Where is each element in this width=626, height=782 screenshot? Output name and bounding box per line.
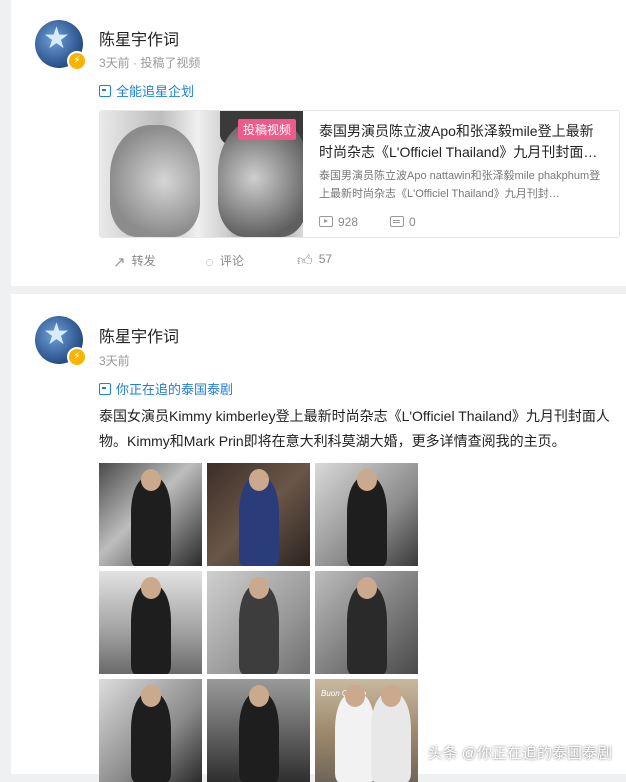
post-meta: 3天前 (99, 354, 130, 368)
photo-thumbnail[interactable] (315, 463, 418, 566)
play-count: 928 (319, 215, 358, 229)
video-thumbnail[interactable]: 投稿视频 (100, 111, 303, 237)
photo-thumbnail[interactable]: Buon Giorno (315, 679, 418, 782)
forward-button[interactable]: ↗ 转发 (113, 252, 156, 271)
photo-thumbnail[interactable] (99, 463, 202, 566)
photo-thumbnail[interactable] (315, 571, 418, 674)
photo-thumbnail[interactable] (207, 463, 310, 566)
topic-tag-icon (99, 383, 111, 395)
photo-figure (347, 469, 387, 566)
star-icon: ★ (43, 22, 70, 55)
video-tag: 投稿视频 (238, 119, 297, 140)
star-icon: ★ (43, 318, 70, 351)
photo-thumbnail[interactable] (99, 571, 202, 674)
photo-figure (239, 577, 279, 674)
thumbnail-figure-left (110, 125, 200, 237)
photo-thumbnail[interactable] (207, 679, 310, 782)
topic-label: 你正在追的泰国泰剧 (116, 382, 234, 397)
verified-badge-icon: ⚡ (67, 51, 87, 71)
comment-button[interactable]: ◌ 评论 (205, 252, 244, 271)
photo-figure (347, 577, 387, 674)
verified-badge-icon: ⚡ (67, 347, 87, 367)
comment-count-value: 0 (409, 215, 416, 229)
comment-label: 评论 (219, 254, 244, 268)
feed-card-photos: ★ ⚡ 陈星宇作词 3天前 你正在追的泰国泰剧 泰国女演员Kimmy kimbe… (11, 294, 626, 782)
video-description: 泰国男演员陈立波Apo nattawin和张泽毅mile phakphum登上最… (319, 170, 601, 200)
topic-tag-icon (99, 85, 111, 97)
photo-figure (335, 685, 375, 782)
thumbs-up-icon: 👍︎ (297, 252, 313, 269)
post-meta: 3天前 · 投稿了视频 (99, 56, 201, 70)
photo-figure (131, 577, 171, 674)
video-card[interactable]: 投稿视频 泰国男演员陈立波Apo和张泽毅mile登上最新时尚杂志《L'Offic… (99, 110, 620, 238)
post-text: 泰国女演员Kimmy kimberley登上最新时尚杂志《L'Officiel … (99, 408, 610, 449)
video-title[interactable]: 泰国男演员陈立波Apo和张泽毅mile登上最新时尚杂志《L'Officiel T… (319, 121, 604, 163)
author-name[interactable]: 陈星宇作词 (99, 26, 179, 50)
photo-thumbnail[interactable] (99, 679, 202, 782)
topic-link[interactable]: 你正在追的泰国泰剧 (99, 379, 233, 398)
photo-thumbnail[interactable] (207, 571, 310, 674)
author-name[interactable]: 陈星宇作词 (99, 323, 179, 347)
play-icon (319, 216, 333, 227)
action-bar: ↗ 转发 ◌ 评论 👍︎ 57 (99, 252, 619, 272)
forward-label: 转发 (131, 254, 156, 268)
comment-count: 0 (390, 215, 416, 229)
comment-icon: ◌ (205, 254, 214, 271)
topic-label: 全能追星企划 (116, 84, 195, 99)
share-icon: ↗ (113, 254, 126, 271)
photo-figure (131, 469, 171, 566)
photo-figure (239, 469, 279, 566)
like-button[interactable]: 👍︎ 57 (297, 252, 332, 270)
feed-card-video: ★ ⚡ 陈星宇作词 3天前 · 投稿了视频 全能追星企划 投稿视频 泰国男演员陈… (11, 0, 626, 286)
photo-figure (371, 685, 411, 782)
play-count-value: 928 (338, 215, 359, 229)
like-count: 57 (318, 252, 333, 266)
comment-count-icon (390, 216, 404, 227)
photo-figure (239, 685, 279, 782)
topic-link[interactable]: 全能追星企划 (99, 81, 194, 100)
watermark: 头条 @你正在追的泰国泰剧 (427, 745, 612, 762)
photo-figure (131, 685, 171, 782)
